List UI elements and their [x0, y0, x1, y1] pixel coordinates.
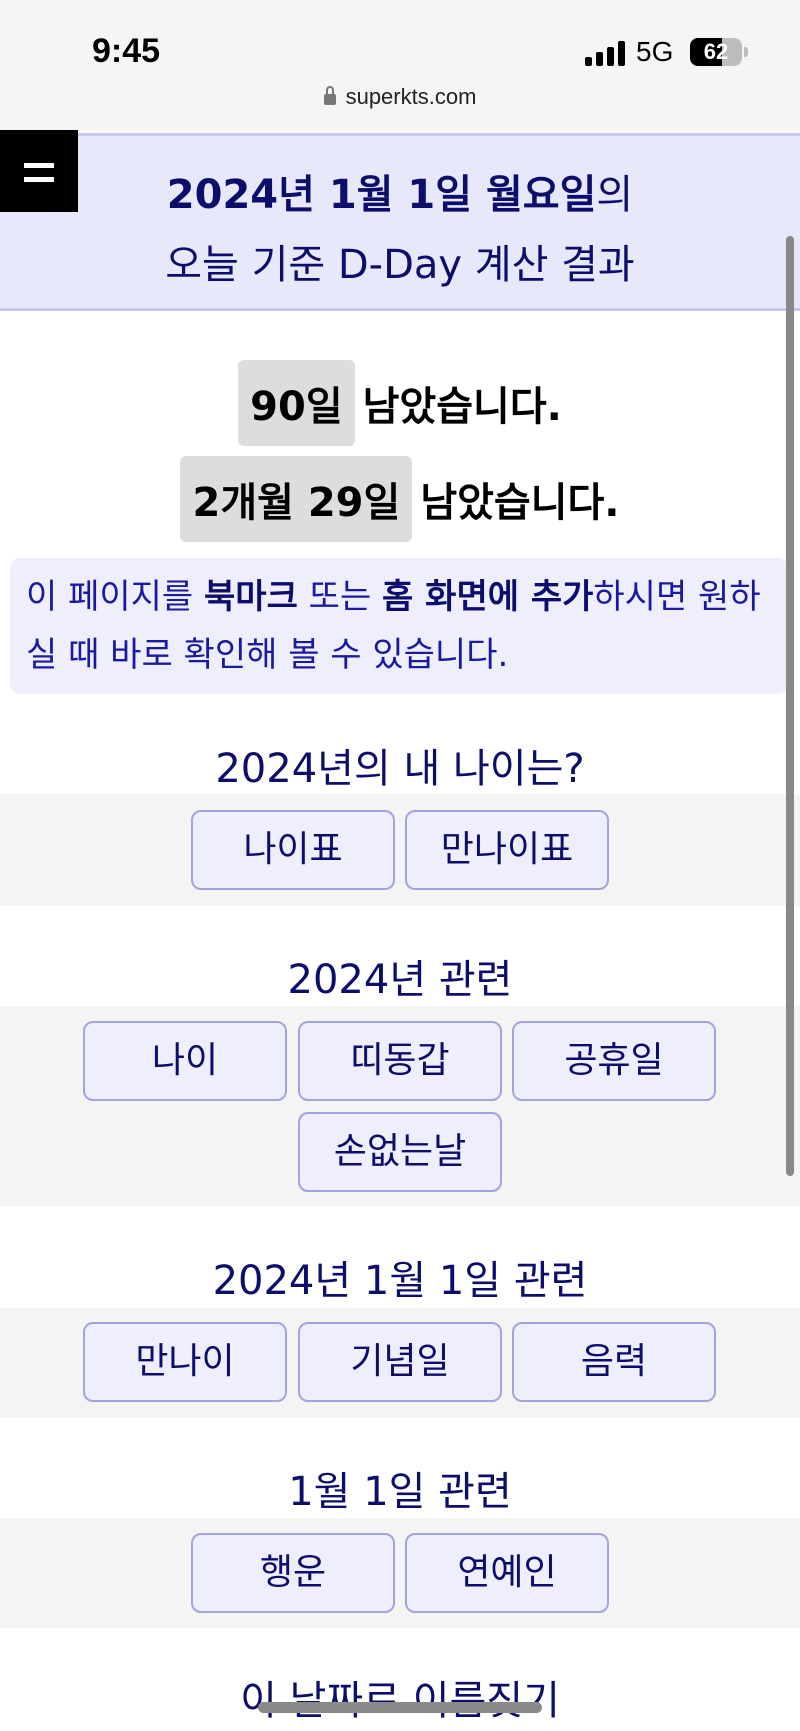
luck-button[interactable]: 행운: [191, 1533, 395, 1613]
section-title-year: 2024년 관련: [287, 957, 513, 1003]
button-band: [0, 794, 800, 906]
lucky-days-button[interactable]: 손없는날: [298, 1112, 502, 1192]
holidays-button[interactable]: 공휴일: [512, 1021, 716, 1101]
result-days: 90일 남았습니다.: [0, 360, 800, 446]
anniversary-button[interactable]: 기념일: [298, 1322, 502, 1402]
bookmark-notice: 이 페이지를 북마크 또는 홈 화면에 추가하시면 원하실 때 바로 확인해 볼…: [10, 558, 788, 694]
scrollbar[interactable]: [786, 236, 794, 1176]
result-months-value: 2개월 29일: [180, 456, 413, 542]
header-date-suffix: 의: [596, 172, 634, 218]
menu-bar-line: [24, 163, 54, 168]
celebrities-button[interactable]: 연예인: [405, 1533, 609, 1613]
signal-bars-icon: [585, 40, 627, 66]
network-label: 5G: [636, 36, 674, 67]
home-indicator[interactable]: [258, 1702, 542, 1713]
lock-icon: [323, 86, 336, 105]
result-months: 2개월 29일 남았습니다.: [0, 456, 800, 542]
battery-icon: 62: [690, 38, 742, 66]
section-title-date: 2024년 1월 1일 관련: [212, 1258, 588, 1304]
notice-home-screen: 홈 화면에 추가: [382, 577, 594, 617]
header-subtitle: 오늘 기준 D-Day 계산 결과: [165, 242, 635, 288]
notice-text: 또는: [297, 577, 383, 617]
notice-bookmark: 북마크: [204, 577, 298, 617]
battery-tip: [744, 47, 748, 57]
button-band: [0, 1518, 800, 1628]
status-time: 9:45: [92, 32, 161, 70]
result-days-suffix: 남았습니다.: [362, 384, 562, 430]
lunar-button[interactable]: 음력: [512, 1322, 716, 1402]
section-title-naming: 이 날짜로 이름짓기: [240, 1678, 560, 1724]
header-date: 2024년 1월 1일 월요일: [166, 172, 597, 218]
notice-text: 이 페이지를: [26, 577, 205, 617]
section-title-my-age: 2024년의 내 나이는?: [215, 746, 585, 792]
url-text: superkts.com: [345, 84, 477, 109]
menu-bar-line: [24, 177, 54, 182]
hamburger-menu-icon[interactable]: [0, 130, 78, 212]
header-date-line: 2024년 1월 1일 월요일의: [0, 162, 800, 220]
result-days-value: 90일: [238, 360, 355, 446]
result-header: 2024년 1월 1일 월요일의 오늘 기준 D-Day 계산 결과: [0, 133, 800, 311]
age-table-button[interactable]: 나이표: [191, 810, 395, 890]
status-bar: 9:45 5G 62 superkts.com: [0, 0, 800, 130]
age-button[interactable]: 나이: [83, 1021, 287, 1101]
url-bar[interactable]: superkts.com: [0, 84, 800, 110]
battery-percent: 62: [703, 39, 729, 64]
zodiac-button[interactable]: 띠동갑: [298, 1021, 502, 1101]
full-age-button[interactable]: 만나이: [83, 1322, 287, 1402]
result-months-suffix: 남았습니다.: [420, 480, 620, 526]
full-age-table-button[interactable]: 만나이표: [405, 810, 609, 890]
section-title-month-day: 1월 1일 관련: [288, 1469, 512, 1515]
